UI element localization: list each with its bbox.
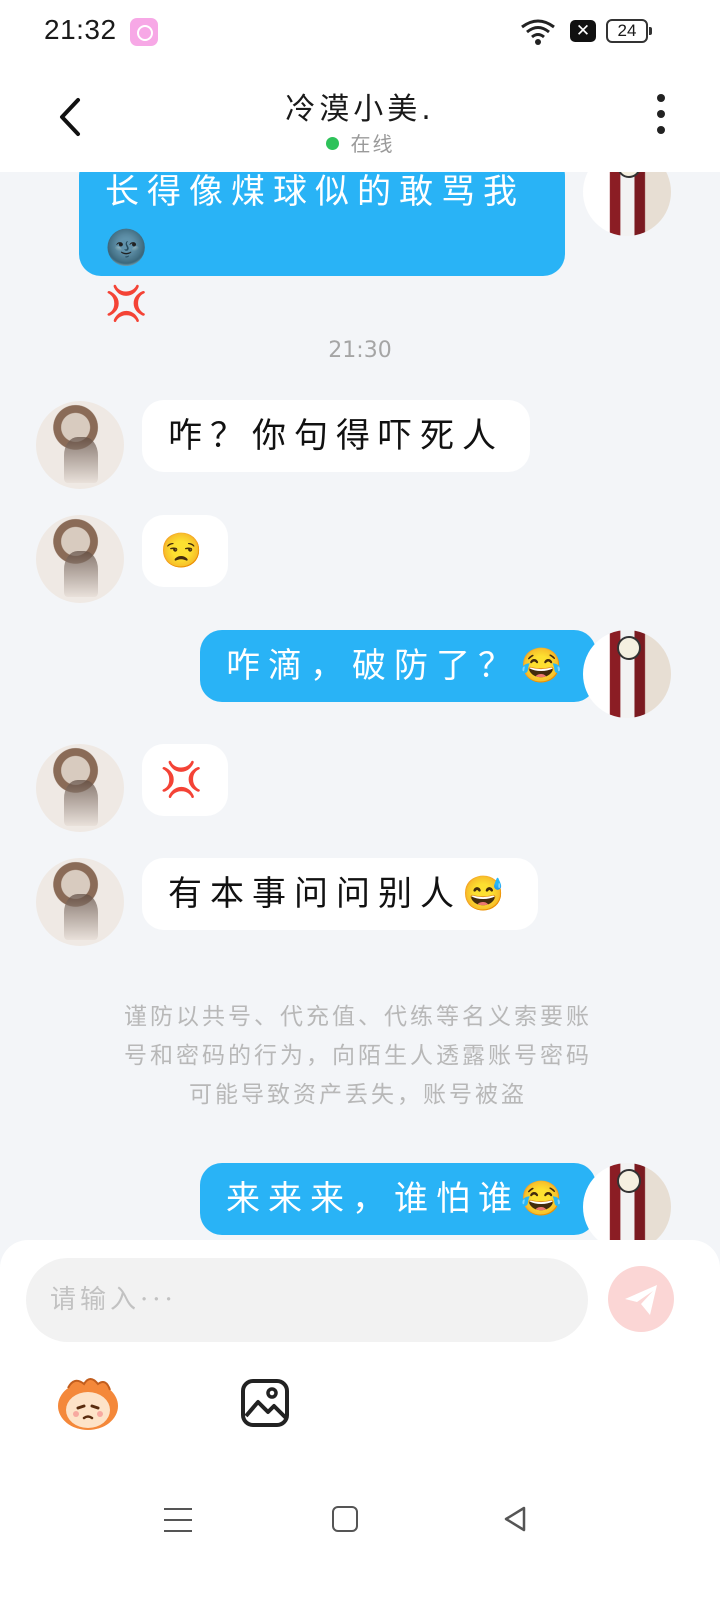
menu-icon[interactable] [164,1508,192,1532]
contact-message-bubble[interactable]: 有本事问问别人😅 [142,858,539,930]
message-text: 咋滴，破防了？😂 [226,646,571,686]
notice-line: 可能导致资产丢失，账号被盗 [189,1082,527,1108]
battery-level: 24 [617,21,637,40]
status-time: 21:32 [44,14,117,45]
contact-avatar[interactable] [36,744,124,832]
contact-message-bubble[interactable]: 💢 [142,744,229,816]
contact-message-bubble[interactable]: 咋？你句得吓死人 [142,400,530,472]
message-text: 💢 [105,284,156,324]
emoji-face-icon[interactable] [54,1374,122,1432]
wifi-icon [521,19,555,45]
message-text: 😒 [160,531,211,571]
security-notice: 谨防以共号、代充值、代练等名义索要账 号和密码的行为，向陌生人透露账号密码 可能… [78,998,638,1115]
contact-name: 冷漠小美. [285,92,435,127]
camera-app-icon [130,18,158,46]
message-timestamp: 21:30 [328,338,392,363]
message-text: 来来来，谁怕谁😂 [226,1179,571,1219]
more-vertical-icon[interactable] [650,94,672,140]
status-bar: 21:32 ✕ 24 [0,0,720,66]
my-avatar[interactable] [583,630,671,718]
home-icon[interactable] [332,1506,358,1532]
chat-messages[interactable]: 长得像煤球似的敢骂我🌚 💢 21:30 咋？你句得吓死人 😒 咋滴，破防了？😂 … [0,172,720,1268]
online-dot-icon [325,137,339,150]
my-message-bubble[interactable]: 咋滴，破防了？😂 [200,630,597,702]
my-avatar[interactable] [583,172,671,236]
send-button[interactable] [608,1266,674,1332]
contact-avatar[interactable] [36,401,124,489]
chat-header: 冷漠小美. 在线 [0,66,720,172]
my-avatar[interactable] [583,1163,671,1251]
message-text: 有本事问问别人😅 [168,874,513,914]
x-notification-icon: ✕ [570,20,596,42]
message-text: 💢 [160,760,211,800]
send-icon [625,1285,657,1315]
message-input[interactable] [26,1258,588,1342]
notice-line: 谨防以共号、代充值、代练等名义索要账 [124,1004,592,1030]
online-status-label: 在线 [350,132,395,156]
contact-message-bubble[interactable]: 😒 [142,515,229,587]
image-icon[interactable] [240,1378,290,1428]
battery-icon: 24 [606,19,652,43]
message-text: 长得像煤球似的敢骂我🌚 [105,172,525,268]
my-message-bubble[interactable]: 长得像煤球似的敢骂我🌚 💢 [79,172,565,324]
system-nav-bar [0,1478,720,1558]
online-status: 在线 [0,128,720,157]
my-message-bubble[interactable]: 来来来，谁怕谁😂 [200,1163,597,1235]
notice-line: 号和密码的行为，向陌生人透露账号密码 [124,1043,592,1069]
contact-avatar[interactable] [36,858,124,946]
contact-avatar[interactable] [36,515,124,603]
message-text: 咋？你句得吓死人 [168,416,504,456]
back-triangle-icon[interactable] [500,1504,530,1534]
